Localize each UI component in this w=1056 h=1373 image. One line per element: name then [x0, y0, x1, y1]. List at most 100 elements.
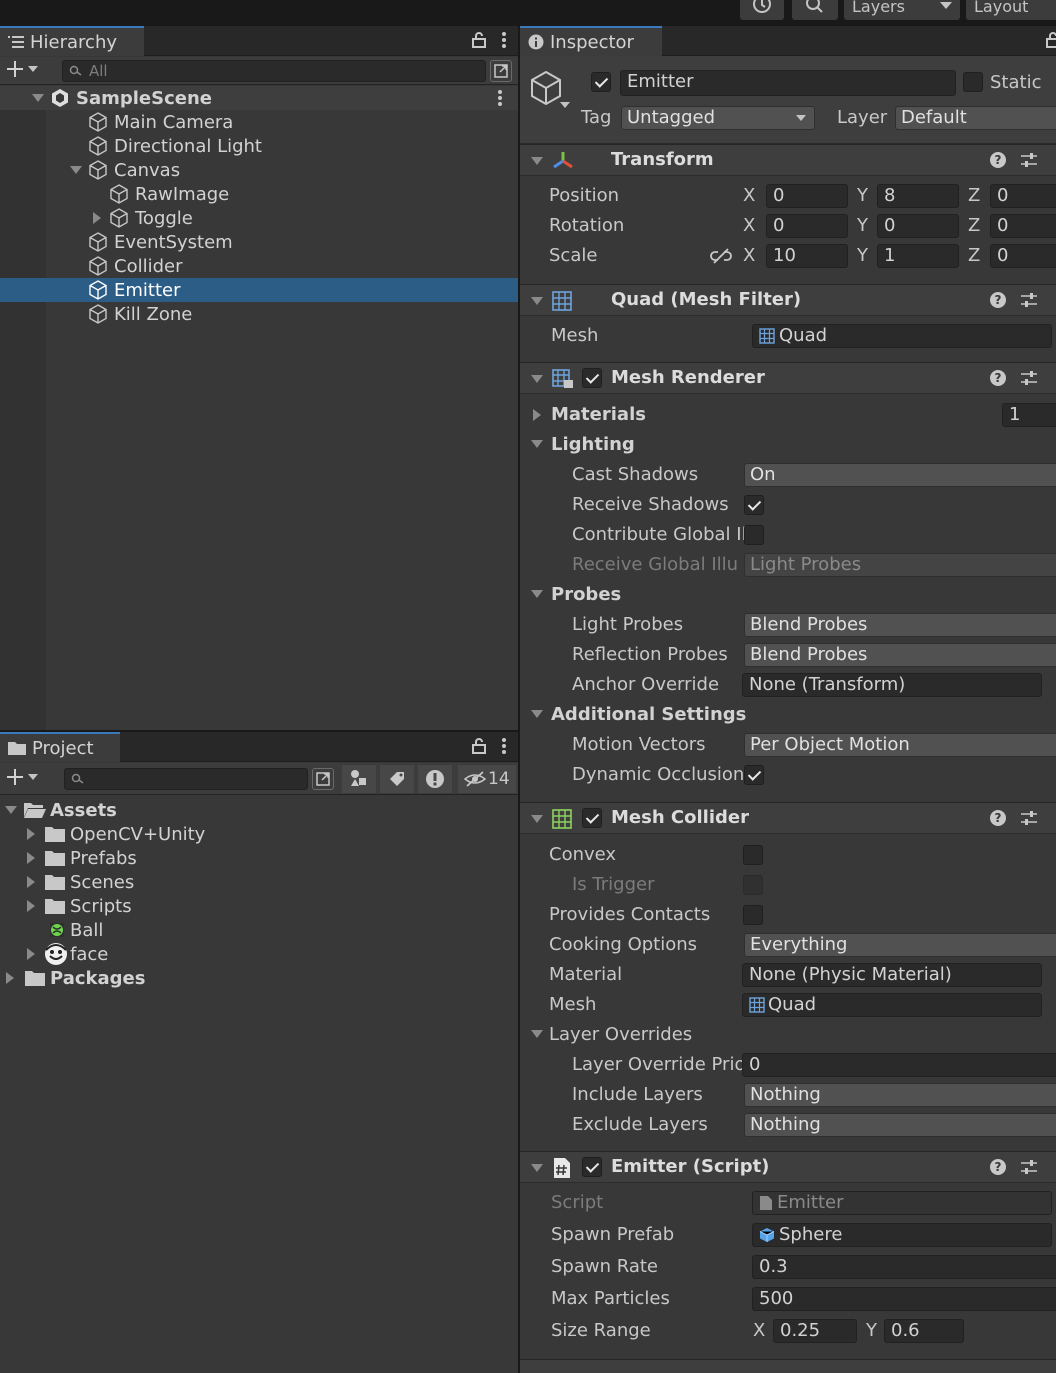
kebab-menu-icon[interactable]	[502, 738, 506, 754]
collapse-arrow-icon[interactable]	[27, 876, 35, 888]
tree-item-folder[interactable]: Scripts	[0, 894, 518, 918]
collapse-arrow-icon[interactable]	[93, 212, 101, 224]
reflection-probes-dropdown[interactable]: Blend Probes	[744, 643, 1056, 667]
layer-dropdown[interactable]: Default	[895, 106, 1056, 130]
motion-vectors-dropdown[interactable]: Per Object Motion	[744, 733, 1056, 757]
rotation-z-field[interactable]: 0	[990, 214, 1056, 238]
hierarchy-item[interactable]: Toggle	[0, 206, 518, 230]
collider-mesh-field[interactable]: Quad	[742, 993, 1042, 1017]
search-button[interactable]	[792, 0, 838, 20]
lock-icon[interactable]	[472, 738, 486, 754]
tree-item-assets[interactable]: Assets	[0, 798, 518, 822]
scale-x-field[interactable]: 10	[766, 244, 848, 268]
scene-row[interactable]: SampleScene	[0, 86, 518, 110]
spawn-prefab-field[interactable]: Sphere	[752, 1223, 1052, 1247]
fold-icon[interactable]	[531, 375, 543, 383]
mesh-filter-header[interactable]: Quad (Mesh Filter) ?	[520, 284, 1056, 316]
include-layers-dropdown[interactable]: Nothing	[744, 1083, 1056, 1107]
lock-icon[interactable]	[1046, 32, 1056, 48]
physic-material-field[interactable]: None (Physic Material)	[742, 963, 1042, 987]
scene-visibility-button[interactable]	[490, 60, 512, 82]
fold-icon[interactable]	[531, 157, 543, 165]
size-range-y-field[interactable]: 0.6	[884, 1319, 964, 1343]
tree-item-asset[interactable]: Ball	[0, 918, 518, 942]
project-search-input[interactable]	[64, 768, 308, 790]
layers-dropdown[interactable]: Layers	[844, 0, 960, 20]
scale-y-field[interactable]: 1	[877, 244, 959, 268]
filter-by-label-button[interactable]	[380, 765, 414, 793]
history-button[interactable]	[740, 0, 784, 20]
cooking-options-dropdown[interactable]: Everything	[744, 933, 1056, 957]
object-name-field[interactable]: Emitter	[620, 70, 956, 96]
expand-arrow-icon[interactable]	[70, 166, 82, 174]
position-z-field[interactable]: 0	[990, 184, 1056, 208]
collapse-arrow-icon[interactable]	[27, 852, 35, 864]
position-x-field[interactable]: 0	[766, 184, 848, 208]
emitter-enabled-checkbox[interactable]	[582, 1157, 602, 1177]
expand-arrow-icon[interactable]	[32, 94, 44, 102]
tree-item-folder[interactable]: Scenes	[0, 870, 518, 894]
static-checkbox[interactable]	[963, 72, 983, 92]
presets-icon[interactable]	[1020, 809, 1038, 827]
presets-icon[interactable]	[1020, 369, 1038, 387]
rotation-x-field[interactable]: 0	[766, 214, 848, 238]
hierarchy-item[interactable]: Directional Light	[0, 134, 518, 158]
presets-icon[interactable]	[1020, 151, 1038, 169]
tab-inspector[interactable]: Inspector	[520, 26, 662, 56]
create-button[interactable]	[6, 60, 38, 78]
size-range-x-field[interactable]: 0.25	[773, 1319, 857, 1343]
hierarchy-item[interactable]: EventSystem	[0, 230, 518, 254]
mesh-renderer-enabled-checkbox[interactable]	[582, 368, 602, 388]
fold-icon[interactable]	[531, 1164, 543, 1172]
position-y-field[interactable]: 8	[877, 184, 959, 208]
tree-item-folder[interactable]: Prefabs	[0, 846, 518, 870]
emitter-script-header[interactable]: Emitter (Script) ?	[520, 1151, 1056, 1183]
scale-z-field[interactable]: 0	[990, 244, 1056, 268]
light-probes-dropdown[interactable]: Blend Probes	[744, 613, 1056, 637]
kebab-menu-icon[interactable]	[498, 90, 502, 106]
spawn-rate-field[interactable]: 0.3	[752, 1255, 1056, 1279]
presets-icon[interactable]	[1020, 1158, 1038, 1176]
constrain-proportions-icon[interactable]	[710, 248, 732, 264]
tree-item-packages[interactable]: Packages	[0, 966, 518, 990]
exclude-layers-dropdown[interactable]: Nothing	[744, 1113, 1056, 1137]
probes-fold-icon[interactable]	[531, 590, 543, 598]
open-window-button[interactable]	[312, 768, 334, 790]
layout-dropdown[interactable]: Layout	[966, 0, 1056, 20]
tree-item-asset[interactable]: face	[0, 942, 518, 966]
materials-fold-icon[interactable]	[533, 409, 541, 421]
tab-project[interactable]: Project	[0, 732, 120, 762]
kebab-menu-icon[interactable]	[502, 32, 506, 48]
help-icon[interactable]: ?	[990, 810, 1006, 826]
collapse-arrow-icon[interactable]	[27, 828, 35, 840]
rotation-y-field[interactable]: 0	[877, 214, 959, 238]
hierarchy-search-input[interactable]: All	[62, 60, 486, 82]
anchor-override-field[interactable]: None (Transform)	[742, 673, 1042, 697]
cast-shadows-dropdown[interactable]: On	[744, 463, 1056, 487]
convex-checkbox[interactable]	[743, 845, 763, 865]
additional-settings-fold-icon[interactable]	[531, 710, 543, 718]
create-button[interactable]	[6, 768, 38, 786]
hierarchy-item[interactable]: Kill Zone	[0, 302, 518, 326]
filter-by-type-button[interactable]	[342, 765, 376, 793]
lock-icon[interactable]	[472, 32, 486, 48]
hierarchy-item-selected[interactable]: Emitter	[0, 278, 518, 302]
help-icon[interactable]: ?	[990, 152, 1006, 168]
layer-overrides-fold-icon[interactable]	[531, 1030, 543, 1038]
active-checkbox[interactable]	[591, 72, 611, 92]
layer-override-prio-field[interactable]: 0	[742, 1053, 1056, 1077]
receive-shadows-checkbox[interactable]	[744, 495, 764, 515]
mesh-collider-header[interactable]: Mesh Collider ?	[520, 802, 1056, 834]
lighting-fold-icon[interactable]	[531, 440, 543, 448]
hierarchy-item[interactable]: Main Camera	[0, 110, 518, 134]
mesh-object-field[interactable]: Quad	[752, 324, 1052, 348]
collapse-arrow-icon[interactable]	[6, 972, 14, 984]
hierarchy-item[interactable]: Canvas	[0, 158, 518, 182]
help-icon[interactable]: ?	[990, 292, 1006, 308]
help-icon[interactable]: ?	[990, 1159, 1006, 1175]
tab-hierarchy[interactable]: Hierarchy	[0, 26, 144, 56]
max-particles-field[interactable]: 500	[752, 1287, 1056, 1311]
mesh-renderer-header[interactable]: Mesh Renderer ?	[520, 362, 1056, 394]
hierarchy-item[interactable]: Collider	[0, 254, 518, 278]
dynamic-occlusion-checkbox[interactable]	[744, 765, 764, 785]
